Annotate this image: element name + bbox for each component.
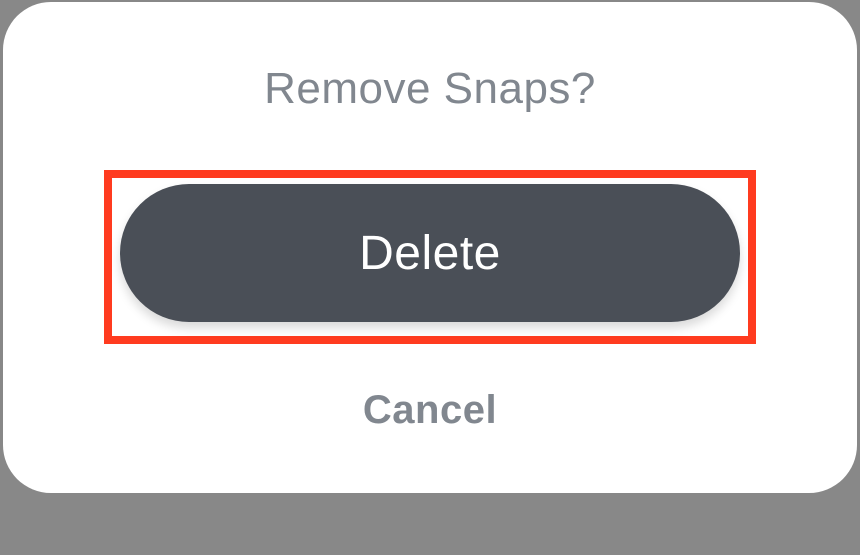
delete-button-highlight: Delete: [104, 170, 756, 344]
remove-snaps-dialog: Remove Snaps? Delete Cancel: [3, 2, 857, 493]
dialog-title: Remove Snaps?: [264, 64, 596, 114]
cancel-button[interactable]: Cancel: [363, 388, 497, 433]
delete-button[interactable]: Delete: [120, 184, 740, 322]
